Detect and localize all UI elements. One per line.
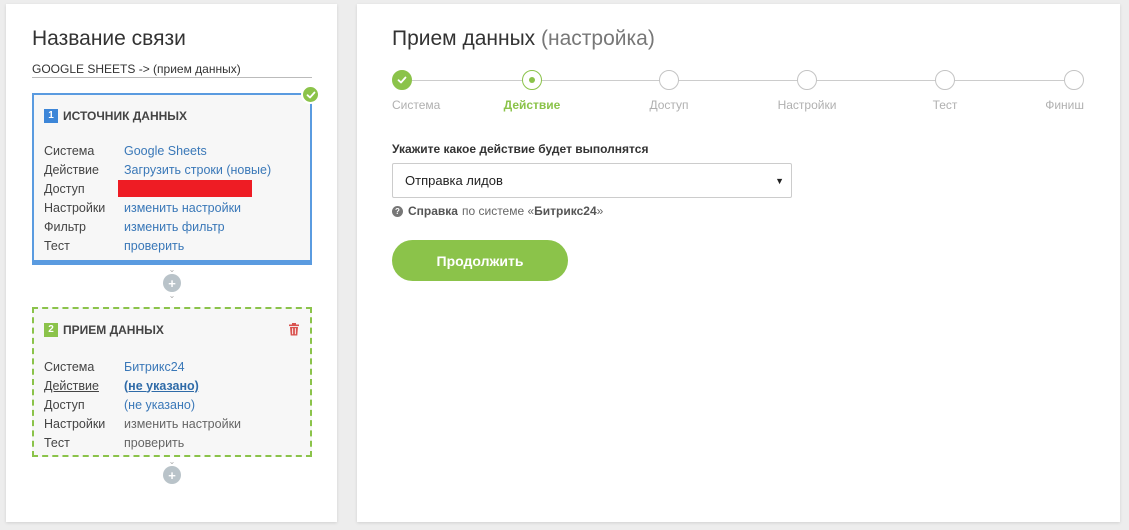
setup-title-main: Прием данных [392,27,536,50]
redacted-access-value [118,180,252,197]
source-card-rows: Система Google Sheets Действие Загрузить… [44,141,304,255]
help-text-close: » [596,204,604,218]
source-row-filter: Фильтр изменить фильтр [44,217,304,236]
source-row-test: Тест проверить [44,236,304,255]
destination-card-header: 2 ПРИЕМ ДАННЫХ [44,323,164,337]
help-link[interactable]: Справка [408,204,458,218]
chevron-down-icon: ⌄ [168,265,176,274]
caret-down-icon: ▼ [775,176,784,186]
action-field-label: Укажите какое действие будет выполнятся [392,142,649,156]
source-row-settings: Настройки изменить настройки [44,198,304,217]
setup-title-sub: (настройка) [541,27,655,50]
action-select[interactable]: Отправка лидов ▼ [392,163,792,198]
destination-action-link[interactable]: (не указано) [124,379,199,393]
source-card-header: 1 ИСТОЧНИК ДАННЫХ [44,109,187,123]
row-key: Тест [44,435,70,450]
row-key: Система [44,359,95,374]
check-icon [301,85,320,104]
step-test[interactable] [935,70,955,90]
row-key: Действие [44,378,99,393]
setup-panel: Прием данных (настройка) Система Действи… [357,4,1120,522]
add-step-connector: ⌄ + [162,458,182,484]
step-settings[interactable] [797,70,817,90]
add-step-connector: ⌄ + ⌄ [162,266,182,300]
source-card-number: 1 [44,109,58,123]
source-filter-link[interactable]: изменить фильтр [124,220,225,234]
source-settings-link[interactable]: изменить настройки [124,201,241,215]
step-label-access: Доступ [649,98,689,112]
connection-panel: Название связи GOOGLE SHEETS -> (прием д… [6,4,337,522]
trash-icon[interactable] [288,323,300,336]
row-key: Настройки [44,200,106,215]
source-row-system: Система Google Sheets [44,141,304,160]
source-system-link[interactable]: Google Sheets [124,144,207,158]
destination-card-title: ПРИЕМ ДАННЫХ [63,323,164,337]
destination-settings-link: изменить настройки [124,416,242,431]
action-select-value: Отправка лидов [405,173,503,188]
destination-row-access: Доступ (не указано) [44,395,304,414]
source-test-link[interactable]: проверить [124,239,184,253]
row-key: Действие [44,162,99,177]
progress-stepper: Система Действие Доступ Настройки Тест Ф… [392,70,1084,114]
step-label-settings: Настройки [777,98,837,112]
connection-panel-title: Название связи [32,27,186,50]
help-line: ? Справка по системе «Битрикс24» [392,204,603,218]
row-key: Система [44,143,95,158]
step-label-finish: Финиш [1045,98,1084,112]
row-key: Фильтр [44,219,86,234]
stepper-line [412,80,1064,81]
step-system[interactable] [392,70,412,90]
row-key: Настройки [44,416,106,431]
help-system: Битрикс24 [534,204,597,218]
source-row-access: Доступ [44,179,304,198]
destination-test-link: проверить [124,435,185,450]
source-row-action: Действие Загрузить строки (новые) [44,160,304,179]
source-card-title: ИСТОЧНИК ДАННЫХ [63,109,188,123]
destination-card-rows: Система Битрикс24 Действие (не указано) … [44,357,304,452]
source-card[interactable]: 1 ИСТОЧНИК ДАННЫХ Система Google Sheets … [32,85,320,265]
step-finish[interactable] [1064,70,1084,90]
help-text: по системе « [461,204,535,218]
step-action[interactable] [522,70,542,90]
destination-row-test: Тест проверить [44,433,304,452]
add-step-button[interactable]: + [163,274,181,292]
destination-row-action: Действие (не указано) [44,376,304,395]
step-access[interactable] [659,70,679,90]
row-key: Тест [44,238,70,253]
step-label-action: Действие [503,98,561,112]
setup-panel-title: Прием данных (настройка) [392,27,655,51]
step-label-system: Система [392,98,441,112]
row-key: Доступ [44,181,85,196]
step-label-test: Тест [932,98,958,112]
chevron-down-icon: ⌄ [168,457,176,466]
check-icon [397,76,407,84]
row-key: Доступ [44,397,85,412]
connection-name-field[interactable]: GOOGLE SHEETS -> (прием данных) [32,62,312,78]
destination-system-link[interactable]: Битрикс24 [124,360,185,374]
destination-row-settings: Настройки изменить настройки [44,414,304,433]
chevron-down-icon: ⌄ [168,291,176,300]
destination-card[interactable]: 2 ПРИЕМ ДАННЫХ Система Битрикс24 Действи… [32,307,312,457]
question-circle-icon: ? [392,205,403,217]
destination-row-system: Система Битрикс24 [44,357,304,376]
destination-card-number: 2 [44,323,58,337]
add-step-button[interactable]: + [163,466,181,484]
source-action-link[interactable]: Загрузить строки (новые) [124,163,271,177]
continue-button[interactable]: Продолжить [392,240,568,281]
destination-access-link[interactable]: (не указано) [124,398,195,412]
